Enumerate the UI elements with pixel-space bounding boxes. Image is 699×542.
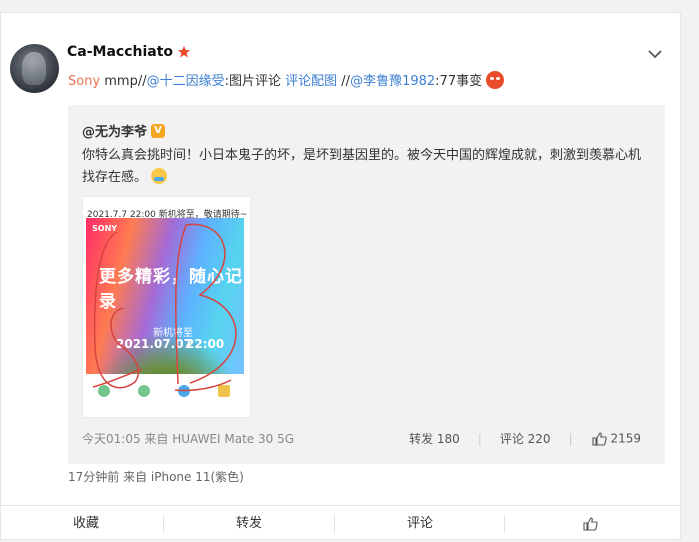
mention-link[interactable]: @李鲁豫1982: [350, 74, 435, 89]
post-text: Sony mmp//@十二因缘受:图片评论 评论配图 //@李鲁豫1982:77…: [68, 71, 505, 91]
note-icon: [218, 385, 230, 397]
face-emoji-icon: [151, 168, 168, 184]
image-time: 22:00: [186, 337, 225, 351]
quoted-like-count: 2159: [610, 431, 641, 445]
verified-badge-icon: V: [151, 123, 166, 138]
favorite-label: 收藏: [72, 516, 99, 531]
promo-photo: SONY 更多精彩，随心记录 新机将至 2021.07.07 22:00: [86, 218, 244, 374]
quoted-image[interactable]: 2021.7.7 22:00 新机将至，敬请期待~ SONY 更多精彩，随心记录…: [82, 196, 251, 418]
mention-link[interactable]: @十二因缘受: [147, 74, 225, 89]
image-brand: SONY: [92, 224, 118, 233]
image-headline: 更多精彩，随心记录: [99, 267, 243, 312]
scrollbar[interactable]: [681, 0, 699, 542]
post-meta: 17分钟前 来自 iPhone 11(紫色): [68, 470, 244, 484]
post-text-mmp: mmp//: [100, 74, 147, 89]
comment-label: 评论: [406, 516, 433, 531]
avatar-image: [22, 52, 46, 85]
quoted-author[interactable]: @无为李爷: [82, 121, 147, 140]
post-text-separator: //: [337, 74, 351, 89]
author-row: Ca-Macchiato: [67, 44, 191, 60]
post-text-segment: :图片评论: [224, 74, 286, 89]
quoted-comment-link[interactable]: 评论 220: [500, 430, 551, 447]
repost-button[interactable]: 转发: [164, 506, 334, 542]
image-date: 2021.07.07: [116, 337, 192, 351]
like-button[interactable]: [505, 506, 675, 542]
quoted-author-row: @无为李爷 V: [82, 121, 166, 140]
action-separator: |: [477, 431, 482, 446]
comment-image-link[interactable]: 评论配图: [285, 74, 337, 89]
play-icon: [138, 385, 150, 397]
image-icons: [83, 381, 250, 405]
like-icon: [592, 431, 607, 446]
sony-text: Sony: [68, 74, 101, 89]
chevron-down-icon[interactable]: [646, 45, 664, 63]
bird-icon: [178, 385, 190, 397]
star-icon: [178, 46, 191, 58]
quoted-repost-link[interactable]: 转发 180: [409, 430, 460, 447]
favorite-button[interactable]: 收藏: [1, 506, 171, 542]
angry-emoji-icon: [486, 71, 505, 89]
avatar[interactable]: [10, 44, 59, 93]
repost-label: 转发: [235, 516, 262, 531]
quoted-post: @无为李爷 V 你特么真会挑时间！小日本鬼子的坏，是坏到基因里的。被今天中国的辉…: [68, 105, 665, 464]
action-separator: |: [568, 431, 573, 446]
author-name[interactable]: Ca-Macchiato: [67, 44, 173, 60]
like-icon: [583, 516, 598, 531]
weibo-post-card: Ca-Macchiato Sony mmp//@十二因缘受:图片评论 评论配图 …: [0, 12, 682, 542]
comment-button[interactable]: 评论: [335, 506, 505, 542]
quoted-actions: 转发 180 | 评论 220 | 2159: [409, 430, 641, 447]
quoted-post-meta: 今天01:05 来自 HUAWEI Mate 30 5G: [82, 432, 294, 446]
quoted-text: 你特么真会挑时间！小日本鬼子的坏，是坏到基因里的。被今天中国的辉煌成就，刺激到羡…: [82, 145, 652, 189]
post-actions: 收藏 转发 评论: [1, 505, 682, 542]
post-text-tail: :77事变: [435, 74, 483, 89]
wechat-icon: [98, 385, 110, 397]
quoted-like-button[interactable]: 2159: [591, 431, 641, 447]
